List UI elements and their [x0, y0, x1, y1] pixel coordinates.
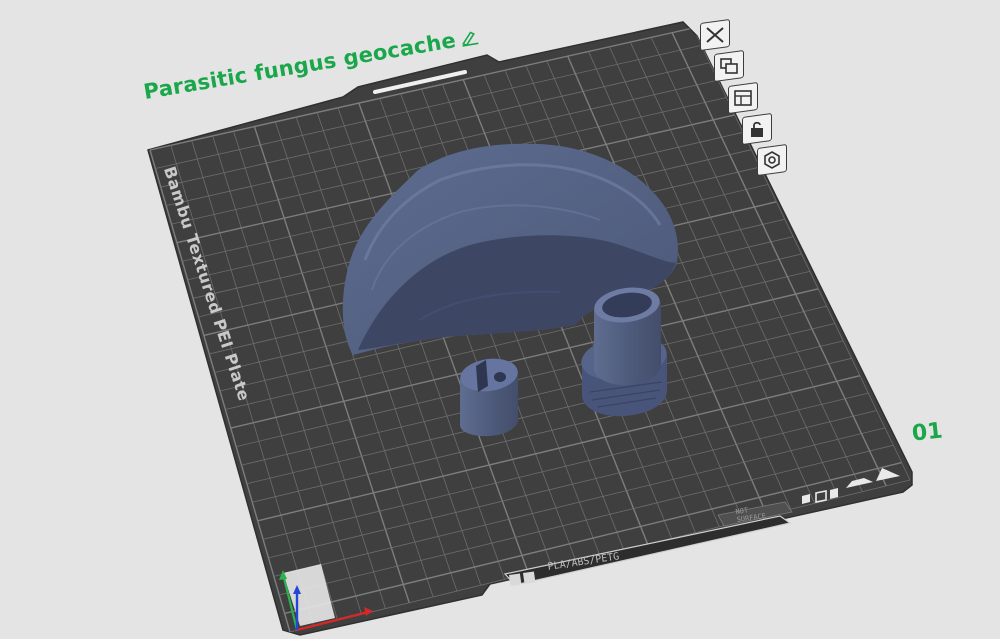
- arrange-button[interactable]: [714, 49, 744, 83]
- orient-button[interactable]: [728, 81, 758, 115]
- lock-plate-button[interactable]: [742, 112, 772, 146]
- arrange-icon: [720, 58, 738, 74]
- edit-icon[interactable]: [458, 25, 482, 52]
- model-small-cylinder: [460, 358, 518, 437]
- plate-index-label: 01: [910, 418, 944, 447]
- x-icon: [706, 27, 724, 43]
- orient-icon: [734, 90, 752, 106]
- plate-settings-button[interactable]: [757, 143, 787, 177]
- lock-icon: [751, 121, 763, 137]
- close-plate-button[interactable]: [700, 18, 730, 52]
- gear-icon: [764, 151, 780, 169]
